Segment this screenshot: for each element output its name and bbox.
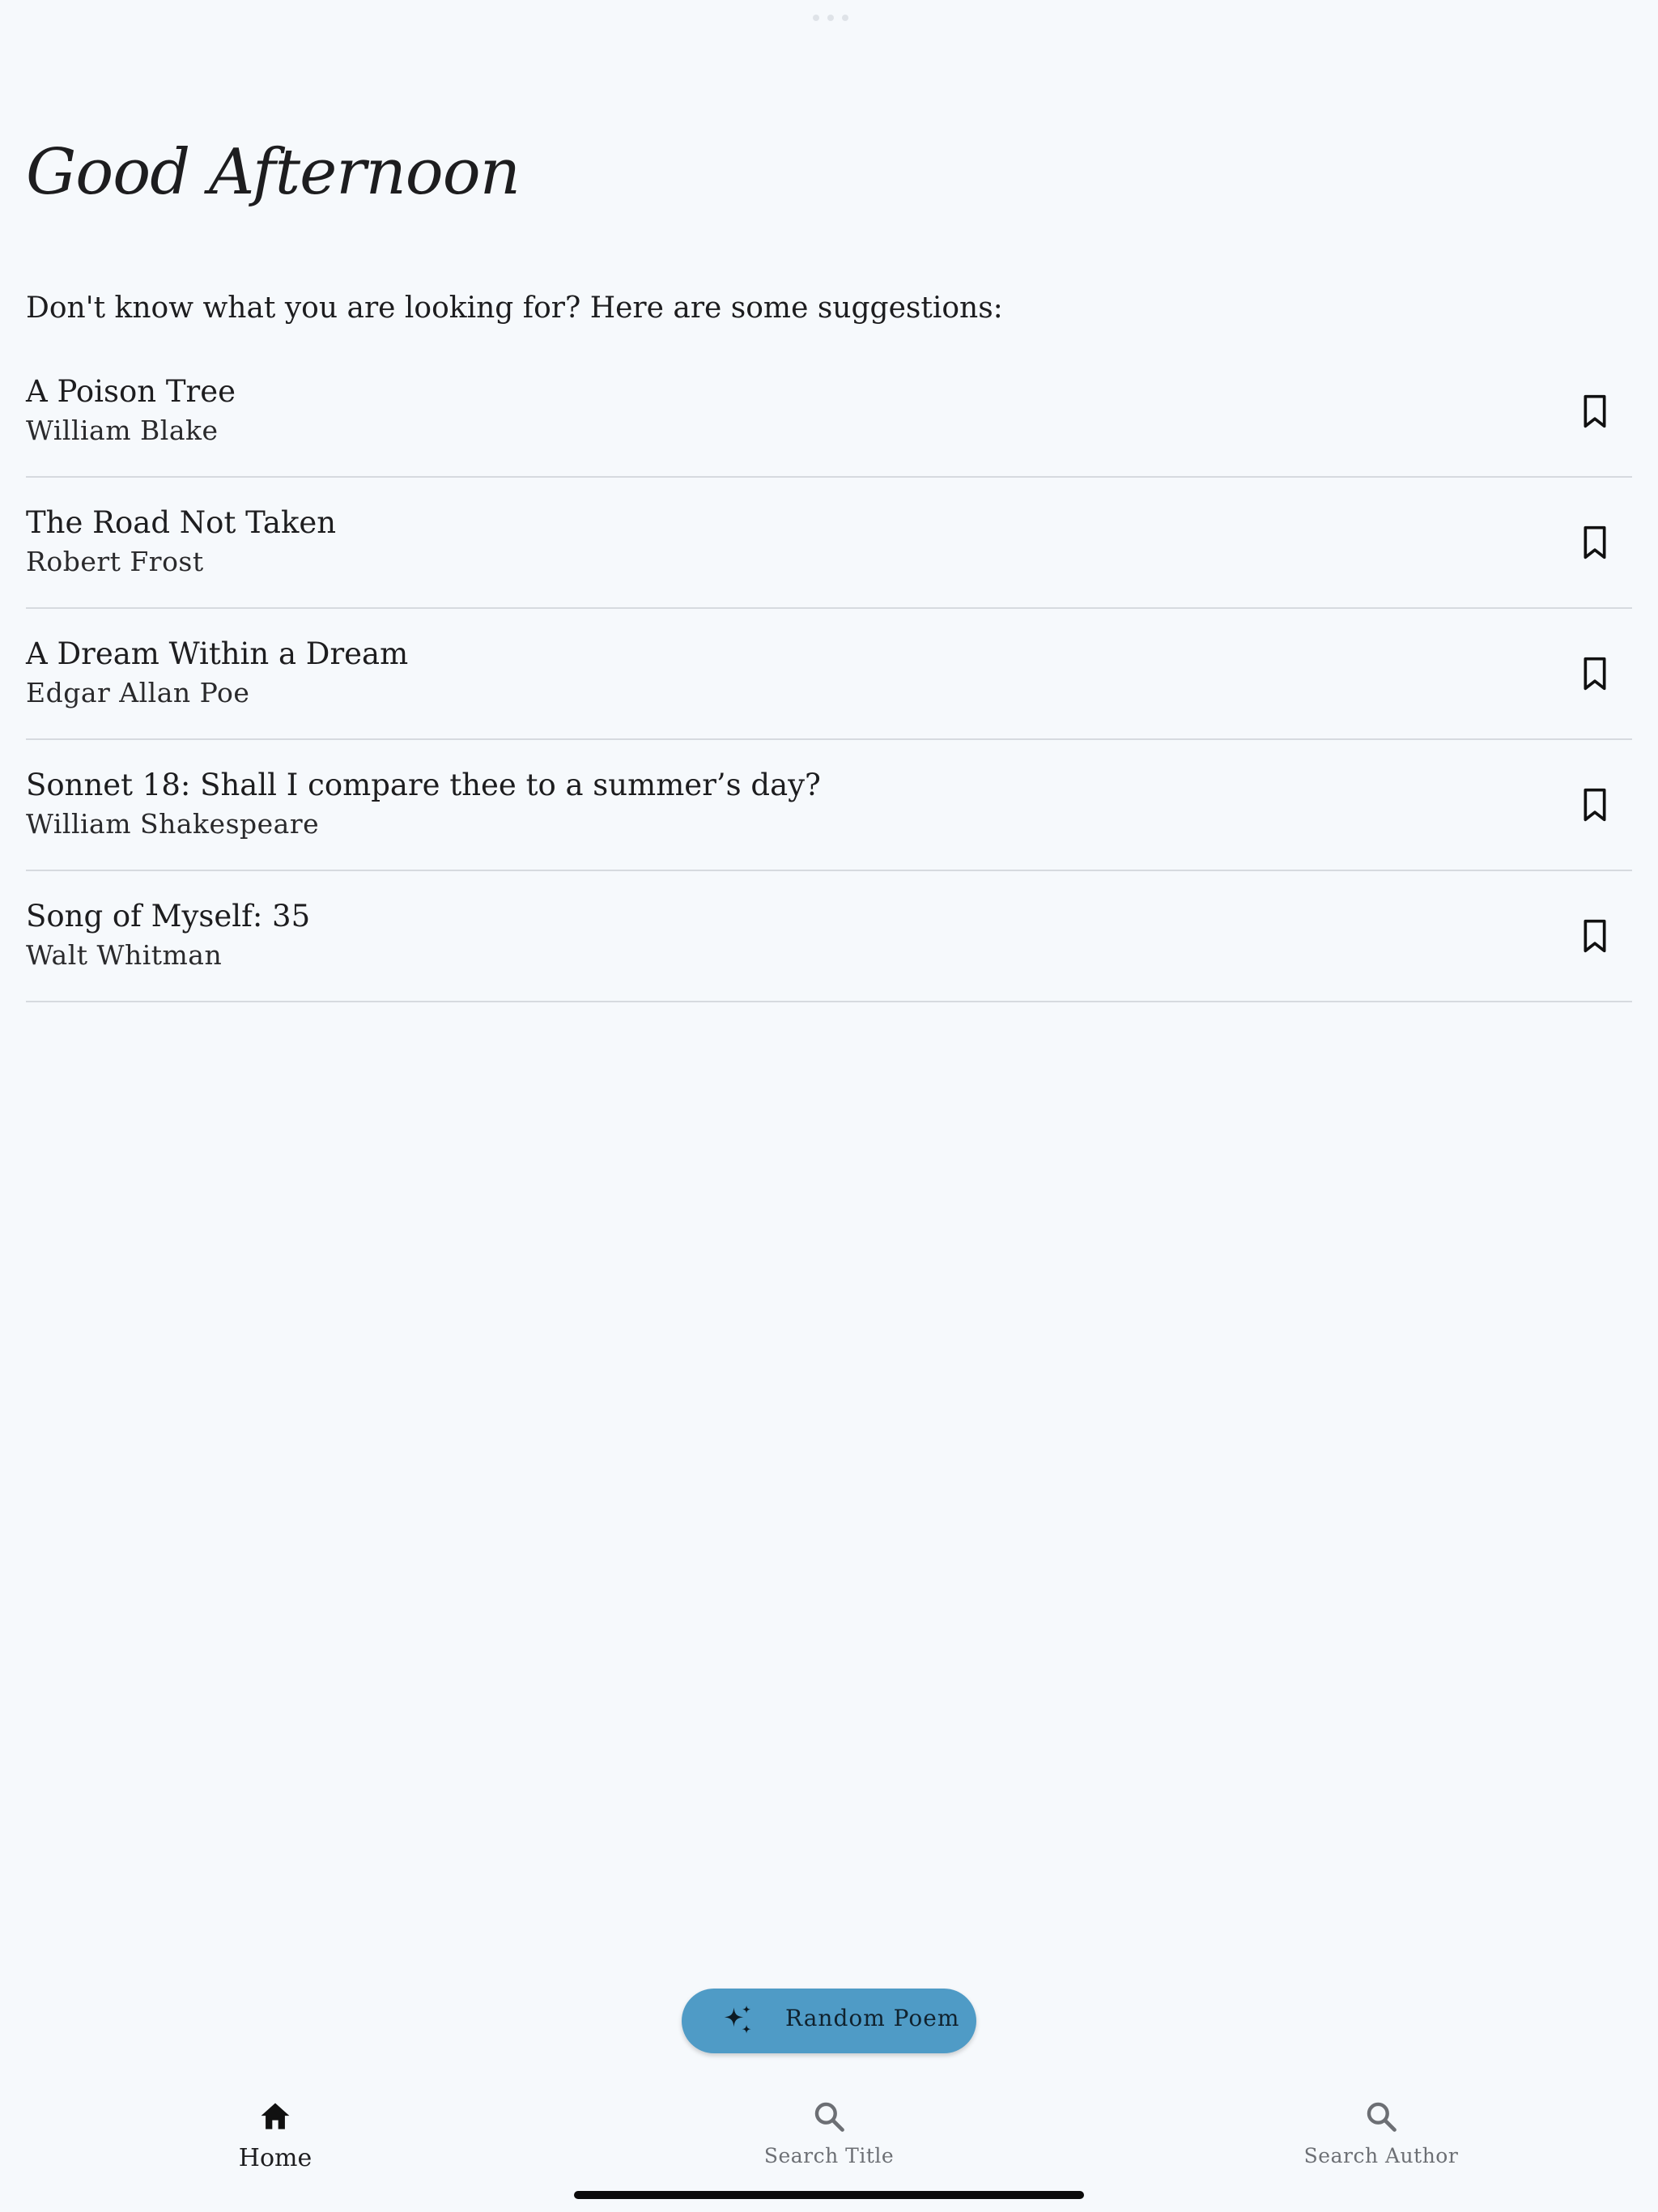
poem-author: Walt Whitman (26, 939, 223, 971)
poem-title: Sonnet 18: Shall I compare thee to a sum… (26, 768, 821, 802)
bookmark-button[interactable] (1571, 387, 1619, 436)
bottom-navigation: Home Search Title Search Author (0, 2081, 1658, 2172)
bookmark-icon (1584, 788, 1606, 822)
bookmark-icon (1584, 525, 1606, 559)
suggestion-intro: Don't know what you are looking for? Her… (26, 291, 1003, 325)
poem-list-item[interactable]: A Dream Within a Dream Edgar Allan Poe (26, 609, 1632, 740)
poem-title: A Poison Tree (26, 374, 236, 409)
search-icon (814, 2102, 844, 2132)
nav-label-home: Home (238, 2144, 312, 2172)
bookmark-button[interactable] (1571, 781, 1619, 829)
poem-list-item[interactable]: A Poison Tree William Blake (26, 347, 1632, 478)
nav-label-search-title: Search Title (763, 2144, 895, 2167)
status-bar (0, 0, 1658, 40)
poem-suggestion-list: A Poison Tree William Blake The Road Not… (26, 347, 1632, 1002)
poem-list-item[interactable]: Song of Myself: 35 Walt Whitman (26, 871, 1632, 1002)
bookmark-icon (1584, 919, 1606, 953)
bookmark-icon (1584, 394, 1606, 428)
random-poem-button[interactable]: Random Poem (682, 1989, 976, 2053)
poem-title: Song of Myself: 35 (26, 899, 311, 934)
multitasking-dots[interactable] (813, 15, 848, 21)
nav-item-search-author[interactable]: Search Author (1219, 2081, 1543, 2170)
nav-item-search-title[interactable]: Search Title (667, 2081, 991, 2170)
poem-author: Robert Frost (26, 546, 204, 577)
greeting-title: Good Afternoon (26, 136, 521, 209)
home-icon (261, 2103, 290, 2129)
poem-list-item[interactable]: The Road Not Taken Robert Frost (26, 478, 1632, 609)
poem-title: A Dream Within a Dream (26, 636, 409, 671)
bookmark-button[interactable] (1571, 518, 1619, 567)
poem-list-item[interactable]: Sonnet 18: Shall I compare thee to a sum… (26, 740, 1632, 871)
poem-author: William Blake (26, 415, 219, 446)
random-poem-label: Random Poem (785, 2005, 960, 2031)
nav-item-home[interactable]: Home (113, 2081, 437, 2172)
poem-author: Edgar Allan Poe (26, 677, 250, 708)
bookmark-button[interactable] (1571, 649, 1619, 698)
poem-title: The Road Not Taken (26, 505, 337, 540)
home-indicator[interactable] (574, 2191, 1084, 2199)
sparkle-icon (724, 2005, 751, 2034)
bookmark-button[interactable] (1571, 912, 1619, 960)
bookmark-icon (1584, 657, 1606, 691)
search-icon (1367, 2102, 1397, 2132)
nav-label-search-author: Search Author (1303, 2144, 1459, 2167)
poem-author: William Shakespeare (26, 808, 320, 840)
